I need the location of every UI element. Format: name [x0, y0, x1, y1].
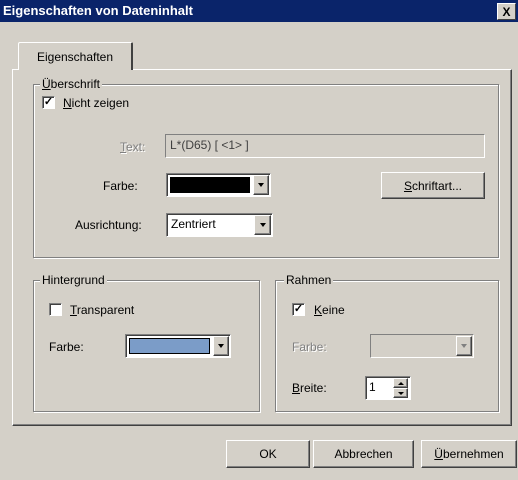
- hintergrund-farbe-dropdown-button[interactable]: [213, 336, 229, 356]
- ueberschrift-farbe-picker[interactable]: [166, 173, 271, 197]
- schriftart-button[interactable]: Schriftart...: [381, 172, 485, 199]
- hintergrund-color-swatch: [129, 338, 210, 354]
- rahmen-farbe-dropdown-button[interactable]: [456, 336, 472, 356]
- ausrichtung-dropdown-button[interactable]: [254, 215, 271, 235]
- transparent-checkbox[interactable]: [49, 303, 62, 316]
- ausrichtung-value: Zentriert: [171, 217, 216, 231]
- checkmark-icon: ✓: [43, 96, 54, 108]
- text-field-value: L*(D65) [ <1> ]: [170, 138, 249, 152]
- title-bar[interactable]: Eigenschaften von Dateninhalt X: [0, 0, 518, 22]
- hintergrund-farbe-label: Farbe:: [49, 340, 84, 354]
- keine-label[interactable]: Keine: [314, 302, 345, 318]
- text-field[interactable]: L*(D65) [ <1> ]: [165, 134, 485, 158]
- transparent-label[interactable]: Transparent: [70, 302, 134, 318]
- spin-up-icon: [397, 381, 404, 385]
- ok-button[interactable]: OK: [226, 440, 310, 468]
- breite-label: Breite:: [292, 381, 327, 395]
- spin-down-icon: [397, 391, 404, 395]
- group-ueberschrift-legend: Überschrift: [40, 77, 103, 91]
- ueberschrift-farbe-dropdown-button[interactable]: [253, 175, 269, 195]
- cancel-button[interactable]: Abbrechen: [313, 440, 414, 468]
- tab-eigenschaften[interactable]: Eigenschaften: [18, 42, 133, 70]
- ueberschrift-farbe-label: Farbe:: [103, 179, 138, 193]
- ausrichtung-label: Ausrichtung:: [75, 218, 142, 232]
- breite-spin-up-button[interactable]: [393, 378, 408, 388]
- group-hintergrund-legend: Hintergrund: [40, 273, 107, 287]
- hintergrund-farbe-picker[interactable]: [125, 334, 231, 358]
- nicht-zeigen-checkbox[interactable]: ✓: [42, 96, 55, 109]
- chevron-down-icon: [461, 344, 467, 348]
- tab-label: Eigenschaften: [36, 49, 114, 64]
- breite-spinner[interactable]: 1: [365, 376, 411, 400]
- rahmen-farbe-picker[interactable]: [370, 334, 474, 358]
- text-label: Text:: [120, 140, 146, 154]
- close-button[interactable]: X: [497, 3, 516, 20]
- close-icon: X: [502, 4, 511, 19]
- apply-button[interactable]: Übernehmen: [421, 440, 517, 468]
- window-title: Eigenschaften von Dateninhalt: [3, 3, 193, 18]
- nicht-zeigen-label[interactable]: Nicht zeigen: [63, 95, 129, 111]
- keine-checkbox[interactable]: ✓: [292, 303, 305, 316]
- chevron-down-icon: [259, 223, 266, 227]
- rahmen-farbe-label: Farbe:: [292, 340, 327, 354]
- breite-spin-down-button[interactable]: [393, 388, 408, 398]
- breite-value: 1: [369, 380, 376, 394]
- ausrichtung-select[interactable]: Zentriert: [166, 213, 273, 237]
- checkmark-icon: ✓: [293, 303, 304, 315]
- chevron-down-icon: [258, 183, 264, 187]
- chevron-down-icon: [218, 344, 224, 348]
- ueberschrift-color-swatch: [170, 177, 250, 193]
- group-rahmen-legend: Rahmen: [284, 273, 334, 287]
